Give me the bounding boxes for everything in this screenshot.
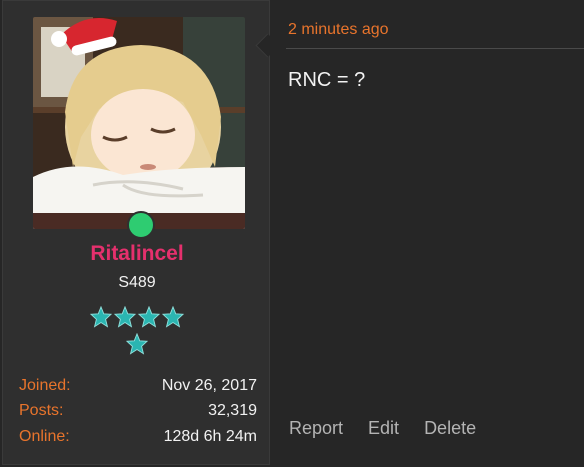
stat-online: Online: 128d 6h 24m xyxy=(19,428,257,446)
post-actions: Report Edit Delete xyxy=(289,418,476,439)
star-icon xyxy=(138,306,160,328)
user-info-panel: Ritalincel S489 Joined: Nov 26, 2017 Pos… xyxy=(2,0,270,465)
post-content: 2 minutes ago RNC = ? Report Edit Delete xyxy=(276,0,584,467)
star-icon xyxy=(114,306,136,328)
online-status-indicator xyxy=(127,211,155,239)
post-timestamp[interactable]: 2 minutes ago xyxy=(288,21,389,39)
star-icon xyxy=(90,306,112,328)
stat-value: 32,319 xyxy=(208,402,257,419)
stat-value: 128d 6h 24m xyxy=(163,428,257,445)
star-icon xyxy=(162,306,184,328)
divider xyxy=(286,48,584,49)
edit-button[interactable]: Edit xyxy=(368,418,399,439)
rank-stars xyxy=(3,306,271,360)
avatar-image xyxy=(33,17,245,229)
stat-value: Nov 26, 2017 xyxy=(161,377,257,394)
stat-label: Online: xyxy=(19,428,70,445)
stat-joined: Joined: Nov 26, 2017 xyxy=(19,377,257,395)
stat-label: Posts: xyxy=(19,402,64,419)
user-title: S489 xyxy=(118,274,156,291)
star-icon xyxy=(126,333,148,355)
delete-button[interactable]: Delete xyxy=(424,418,476,439)
avatar[interactable] xyxy=(33,17,245,229)
stat-posts: Posts: 32,319 xyxy=(19,402,257,420)
post-message: RNC = ? xyxy=(288,69,366,91)
forum-post: Ritalincel S489 Joined: Nov 26, 2017 Pos… xyxy=(0,0,584,467)
stat-label: Joined: xyxy=(19,377,71,394)
username[interactable]: Ritalincel xyxy=(3,242,271,266)
report-button[interactable]: Report xyxy=(289,418,343,439)
